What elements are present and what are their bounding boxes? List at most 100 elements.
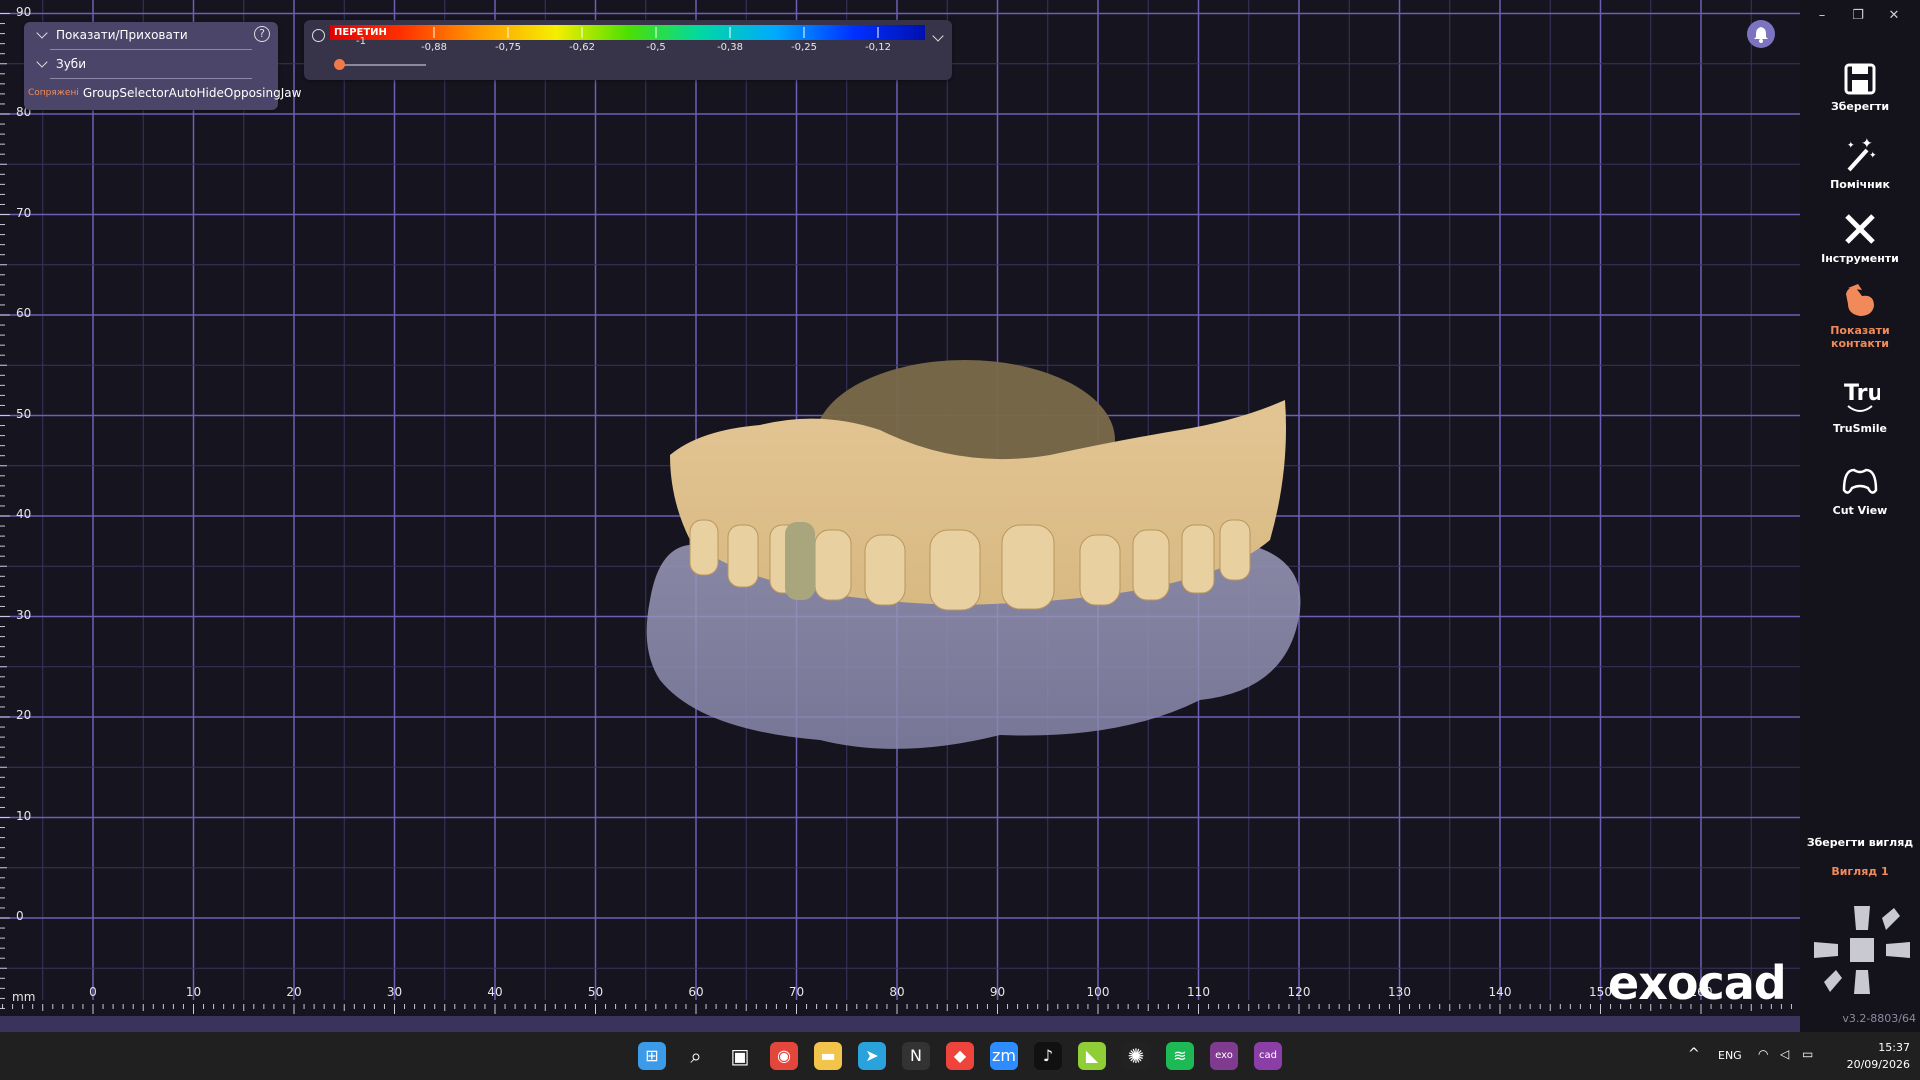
- x-axis-label: 130: [1388, 985, 1411, 999]
- task-view-icon[interactable]: ▣: [726, 1042, 754, 1070]
- x-axis-label: 110: [1187, 985, 1210, 999]
- x-axis-label: 90: [989, 985, 1006, 999]
- windows-start-icon[interactable]: ⊞: [638, 1042, 666, 1070]
- y-axis-label: 0: [16, 909, 24, 923]
- opposing-jaw-toggle[interactable]: Сопряжені GroupSelectorAutoHideOpposingJ…: [28, 82, 301, 104]
- x-axis-label: 80: [889, 985, 905, 999]
- volume-icon[interactable]: ◁: [1780, 1047, 1789, 1061]
- version-label: v3.2-8803/64: [1842, 1012, 1916, 1025]
- color-scale-bar: [330, 25, 925, 40]
- teeth-group[interactable]: Зуби: [34, 53, 86, 75]
- view-top-arrow: [1854, 906, 1870, 930]
- save-button[interactable]: Зберегти: [1800, 62, 1920, 113]
- help-icon[interactable]: ?: [254, 26, 270, 42]
- battery-icon[interactable]: ▭: [1802, 1047, 1813, 1061]
- search-icon[interactable]: ⌕: [682, 1042, 710, 1070]
- file-explorer-icon[interactable]: ▬: [814, 1042, 842, 1070]
- svg-text:✦: ✦: [1847, 141, 1855, 151]
- x-axis-label: 40: [487, 985, 503, 999]
- exocad-icon[interactable]: exo: [1210, 1042, 1238, 1070]
- chevron-down-icon[interactable]: [932, 30, 944, 42]
- show-contacts-button[interactable]: Показати контакти: [1800, 282, 1920, 350]
- show-hide-panel: Показати/Приховати ? Зуби Сопряжені Grou…: [24, 22, 301, 110]
- threshold-slider-knob[interactable]: [334, 59, 345, 70]
- 3d-viewport[interactable]: 90 80 70 60 50 40 30 20 10 0 0 10 20 30 40 50 60 70 80 90 1…: [0, 0, 1800, 1016]
- chevron-down-icon: [36, 27, 48, 39]
- tray-chevron-icon[interactable]: ^: [1688, 1046, 1700, 1062]
- spotify-alt-icon[interactable]: ◣: [1078, 1042, 1106, 1070]
- threshold-slider-track[interactable]: [340, 64, 426, 66]
- view-corner-tr: [1882, 908, 1900, 930]
- tools-button[interactable]: Інструменти: [1800, 210, 1920, 265]
- x-axis-label: 140: [1488, 985, 1512, 999]
- save-view-label: Зберегти вигляд: [1806, 836, 1914, 849]
- y-axis-label: 70: [16, 205, 32, 220]
- svg-text:✦: ✦: [1861, 136, 1873, 152]
- chevron-down-icon: [36, 56, 48, 68]
- minimize-button[interactable]: –: [1812, 8, 1832, 23]
- view-front-face: [1850, 938, 1874, 962]
- cut-view-icon: [1842, 468, 1878, 494]
- restore-button[interactable]: ❐: [1848, 8, 1868, 23]
- color-scale-tick: -0,5: [646, 42, 666, 53]
- x-axis-label: 100: [1086, 985, 1110, 999]
- clock-date[interactable]: 20/09/2026: [1836, 1058, 1910, 1071]
- magic-wand-icon: ✦✦✦: [1847, 136, 1877, 172]
- notion-icon[interactable]: N: [902, 1042, 930, 1070]
- x-axis-label: 10: [185, 985, 202, 999]
- clock-time[interactable]: 15:37: [1844, 1041, 1910, 1054]
- x-axis-label: 70: [788, 985, 805, 999]
- save-icon: [1844, 63, 1876, 95]
- zoom-icon[interactable]: zm: [990, 1042, 1018, 1070]
- x-axis-label: 30: [386, 985, 403, 999]
- teeth-label: Зуби: [56, 57, 86, 71]
- view-bottom-arrow: [1854, 970, 1870, 994]
- y-axis-label: 20: [16, 708, 32, 722]
- color-scale-tick: -1: [356, 36, 366, 47]
- y-axis-label: 40: [16, 507, 32, 521]
- dental-model[interactable]: [0, 0, 1800, 1016]
- show-hide-header[interactable]: Показати/Приховати: [34, 24, 188, 46]
- trusmile-button[interactable]: Tru TruSmile: [1800, 380, 1920, 435]
- windows-taskbar: ⊞ ⌕ ▣ ◉ ▬ ➤ N ◆ zm ♪ ◣ ✺ ≋ exo cad ^ ENG ◠ ◁ ▭ 15:37 2…: [0, 1032, 1920, 1080]
- anydesk-icon[interactable]: ◆: [946, 1042, 974, 1070]
- view-orientation-cube[interactable]: [1812, 900, 1912, 1000]
- trusmile-icon: Tru: [1844, 381, 1880, 412]
- telegram-icon[interactable]: ➤: [858, 1042, 886, 1070]
- svg-text:Tru: Tru: [1844, 381, 1880, 406]
- y-axis-label: 90: [16, 4, 32, 19]
- color-scale-tick: -0,25: [791, 42, 817, 53]
- axis-unit: mm: [12, 990, 36, 1004]
- divider: [50, 78, 252, 79]
- color-scale-tick: -0,38: [717, 42, 743, 53]
- svg-text:✦: ✦: [1869, 151, 1877, 161]
- y-axis-label: 10: [16, 808, 32, 823]
- color-scale-tick: -0,88: [421, 42, 447, 53]
- viewport-bottom-bar: [0, 1016, 1800, 1032]
- language-indicator[interactable]: ENG: [1718, 1049, 1742, 1062]
- cad-icon[interactable]: cad: [1254, 1042, 1282, 1070]
- cut-view-button[interactable]: Cut View: [1800, 462, 1920, 517]
- close-button[interactable]: ✕: [1884, 8, 1904, 23]
- x-axis-label: 0: [89, 985, 97, 999]
- x-axis-label: 120: [1287, 985, 1311, 999]
- contacts-icon: [1846, 284, 1874, 316]
- chatgpt-icon[interactable]: ✺: [1122, 1042, 1150, 1070]
- assistant-button[interactable]: ✦ ✦ ✦ Помічник: [1800, 136, 1920, 191]
- notification-bell-icon[interactable]: [1747, 20, 1775, 48]
- opposing-jaw-label: GroupSelectorAutoHideOpposingJaw: [82, 86, 302, 100]
- tiktok-icon[interactable]: ♪: [1034, 1042, 1062, 1070]
- spotify-icon[interactable]: ≋: [1166, 1042, 1194, 1070]
- view-corner-bl: [1824, 970, 1842, 992]
- gauge-icon[interactable]: [312, 29, 325, 42]
- y-axis-label: 50: [16, 406, 32, 421]
- wifi-icon[interactable]: ◠: [1758, 1047, 1768, 1061]
- x-axis-label: 50: [587, 985, 604, 999]
- chrome-icon[interactable]: ◉: [770, 1042, 798, 1070]
- show-hide-title: Показати/Приховати: [56, 28, 188, 42]
- view-1-button[interactable]: Вигляд 1: [1800, 865, 1920, 878]
- right-toolbar: – ❐ ✕ Зберегти ✦ ✦ ✦ Помічник Інструменти …: [1800, 0, 1920, 1032]
- color-scale-tick: -0,75: [495, 42, 521, 53]
- exocad-logo: exocad: [1608, 956, 1787, 1010]
- divider: [50, 49, 252, 50]
